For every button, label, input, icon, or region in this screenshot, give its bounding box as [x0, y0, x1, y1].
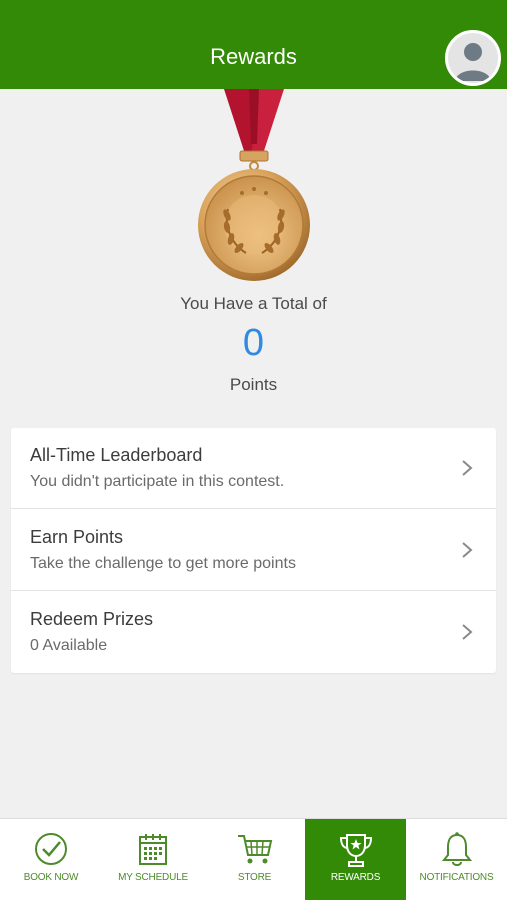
- tab-label: MY SCHEDULE: [118, 872, 188, 883]
- tab-book-now[interactable]: BOOK NOW: [0, 819, 102, 900]
- menu-item-subtitle: Take the challenge to get more points: [30, 555, 296, 572]
- menu-item-title: All-Time Leaderboard: [30, 445, 203, 465]
- trophy-icon: [339, 834, 372, 867]
- menu-item-title: Earn Points: [30, 527, 124, 547]
- tab-rewards[interactable]: REWARDS: [305, 819, 406, 900]
- tab-label: BOOK NOW: [23, 872, 79, 883]
- tab-notifications[interactable]: NOTIFICATIONS: [406, 819, 507, 900]
- chevron-right-icon: [462, 542, 473, 558]
- tab-label: REWARDS: [330, 872, 381, 883]
- chevron-right-icon: [462, 460, 473, 476]
- redeem-prizes-menu-item[interactable]: Redeem Prizes 0 Available: [11, 592, 496, 673]
- cart-icon: [237, 835, 272, 864]
- earn-points-menu-item[interactable]: Earn Points Take the challenge to get mo…: [11, 510, 496, 591]
- calendar-icon: [139, 834, 167, 865]
- app-header: Rewards: [0, 0, 507, 89]
- leaderboard-menu-item[interactable]: All-Time Leaderboard You didn't particip…: [11, 428, 496, 509]
- rewards-menu-card: All-Time Leaderboard You didn't particip…: [11, 428, 496, 673]
- tab-label: NOTIFICATIONS: [419, 872, 494, 883]
- menu-item-subtitle: You didn't participate in this contest.: [30, 473, 285, 490]
- page-title: Rewards: [210, 44, 297, 69]
- tab-label: STORE: [237, 872, 272, 883]
- bell-icon: [441, 832, 472, 866]
- gold-medal-icon: [194, 89, 314, 284]
- tab-store[interactable]: STORE: [204, 819, 305, 900]
- tab-my-schedule[interactable]: MY SCHEDULE: [102, 819, 204, 900]
- points-value: 0: [242, 322, 265, 364]
- bottom-tab-bar: BOOK NOW MY SCHEDULE STORE REWARDS NOTIF…: [0, 818, 507, 900]
- check-circle-icon: [35, 833, 67, 865]
- points-total-label: You Have a Total of: [180, 294, 327, 313]
- menu-item-title: Redeem Prizes: [30, 609, 154, 629]
- menu-item-subtitle: 0 Available: [30, 637, 108, 654]
- points-unit-label: Points: [229, 375, 278, 394]
- user-avatar-icon[interactable]: [445, 30, 501, 86]
- chevron-right-icon: [462, 624, 473, 640]
